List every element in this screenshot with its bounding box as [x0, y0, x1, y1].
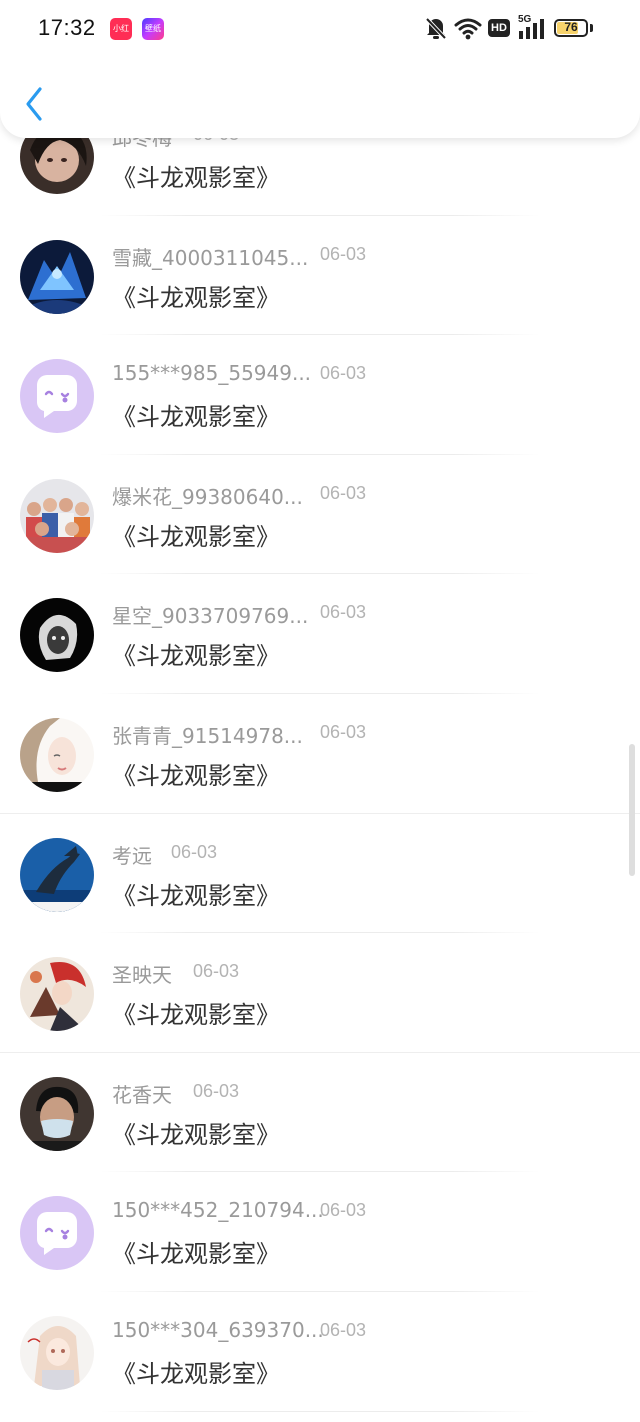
comment-text: 《斗龙观影室》 [112, 881, 280, 910]
comment-text: 《斗龙观影室》 [112, 164, 280, 192]
avatar[interactable] [20, 957, 94, 1032]
comment-text: 《斗龙观影室》 [112, 642, 280, 671]
comment-list[interactable]: 邱冬梅 06-03 《斗龙观影室》 雪藏_4000311045... 06-03… [0, 96, 640, 1412]
hd-icon: HD [488, 19, 510, 37]
signal-icon [519, 19, 544, 39]
comment-text: 《斗龙观影室》 [112, 1359, 280, 1388]
list-item[interactable]: 150***452_210794... 06-03 《斗龙观影室》 [0, 1172, 640, 1292]
comment-date: 06-03 [320, 721, 367, 742]
battery-nub [590, 24, 593, 32]
list-item[interactable]: 张青青_91514978... 06-03 《斗龙观影室》 [0, 694, 640, 814]
list-item[interactable]: 爆米花_99380640... 06-03 《斗龙观影室》 [0, 455, 640, 575]
avatar[interactable] [20, 1315, 94, 1390]
comment-text: 《斗龙观影室》 [112, 1120, 280, 1149]
list-item[interactable]: 圣映天 06-03 《斗龙观影室》 [0, 933, 640, 1053]
status-time: 17:32 [38, 15, 96, 40]
avatar[interactable] [20, 1196, 94, 1271]
list-item[interactable]: 花香天 06-03 《斗龙观影室》 [0, 1053, 640, 1173]
comment-text: 《斗龙观影室》 [112, 1240, 280, 1269]
commenter-name: 150***304_639370... [112, 1317, 324, 1342]
back-button[interactable] [16, 84, 56, 124]
chat-bubble-icon [20, 359, 94, 434]
list-item[interactable]: 雪藏_4000311045... 06-03 《斗龙观影室》 [0, 216, 640, 336]
comment-text: 《斗龙观影室》 [112, 761, 280, 790]
comment-date: 06-03 [320, 1319, 367, 1340]
list-item[interactable]: 155***985_55949... 06-03 《斗龙观影室》 [0, 335, 640, 455]
commenter-name: 圣映天 [112, 963, 172, 988]
divider [100, 1410, 540, 1412]
commenter-name: 星空_9033709769... [112, 604, 309, 629]
avatar[interactable] [20, 717, 94, 792]
chevron-left-icon[interactable] [16, 84, 56, 124]
wallpaper-app-icon: 壁纸 [142, 18, 164, 40]
comment-date: 06-03 [320, 1200, 367, 1221]
list-item[interactable]: 考远 06-03 《斗龙观影室》 [0, 814, 640, 934]
comment-text: 《斗龙观影室》 [112, 283, 280, 312]
avatar[interactable] [20, 837, 94, 912]
comment-date: 06-03 [193, 961, 240, 982]
comment-date: 06-03 [320, 243, 367, 264]
avatar[interactable] [20, 359, 94, 434]
commenter-name: 考远 [112, 843, 152, 868]
comment-text: 《斗龙观影室》 [112, 403, 280, 432]
commenter-name: 花香天 [112, 1082, 172, 1107]
commenter-name: 爆米花_99380640... [112, 484, 303, 509]
wifi-icon [454, 18, 482, 40]
status-bar: 17:32 小红书 壁纸 HD 5G 76 [0, 0, 640, 58]
comment-date: 06-03 [320, 363, 367, 384]
avatar[interactable] [20, 239, 94, 314]
commenter-name: 155***985_55949... [112, 361, 312, 386]
comment-date: 06-03 [320, 482, 367, 503]
scrollbar[interactable] [629, 744, 635, 876]
list-item[interactable]: 150***304_639370... 06-03 《斗龙观影室》 [0, 1292, 640, 1412]
avatar[interactable] [20, 598, 94, 673]
comment-text: 《斗龙观影室》 [112, 1001, 280, 1030]
avatar[interactable] [20, 478, 94, 553]
mute-bell-icon [425, 17, 447, 40]
comment-date: 06-03 [320, 602, 367, 623]
comment-date: 06-03 [171, 841, 218, 862]
battery-percent: 76 [564, 20, 578, 34]
avatar[interactable] [20, 1076, 94, 1151]
commenter-name: 张青青_91514978... [112, 723, 303, 748]
commenter-name: 雪藏_4000311045... [112, 245, 309, 270]
list-item[interactable]: 星空_9033709769... 06-03 《斗龙观影室》 [0, 574, 640, 694]
comment-text: 《斗龙观影室》 [112, 522, 280, 551]
xiaohongshu-app-icon: 小红书 [110, 18, 132, 40]
battery-icon: 76 [554, 19, 588, 37]
top-bar: 17:32 小红书 壁纸 HD 5G 76 [0, 0, 640, 138]
comment-date: 06-03 [193, 1080, 240, 1101]
chat-bubble-icon [20, 1196, 94, 1271]
commenter-name: 150***452_210794... [112, 1198, 324, 1223]
